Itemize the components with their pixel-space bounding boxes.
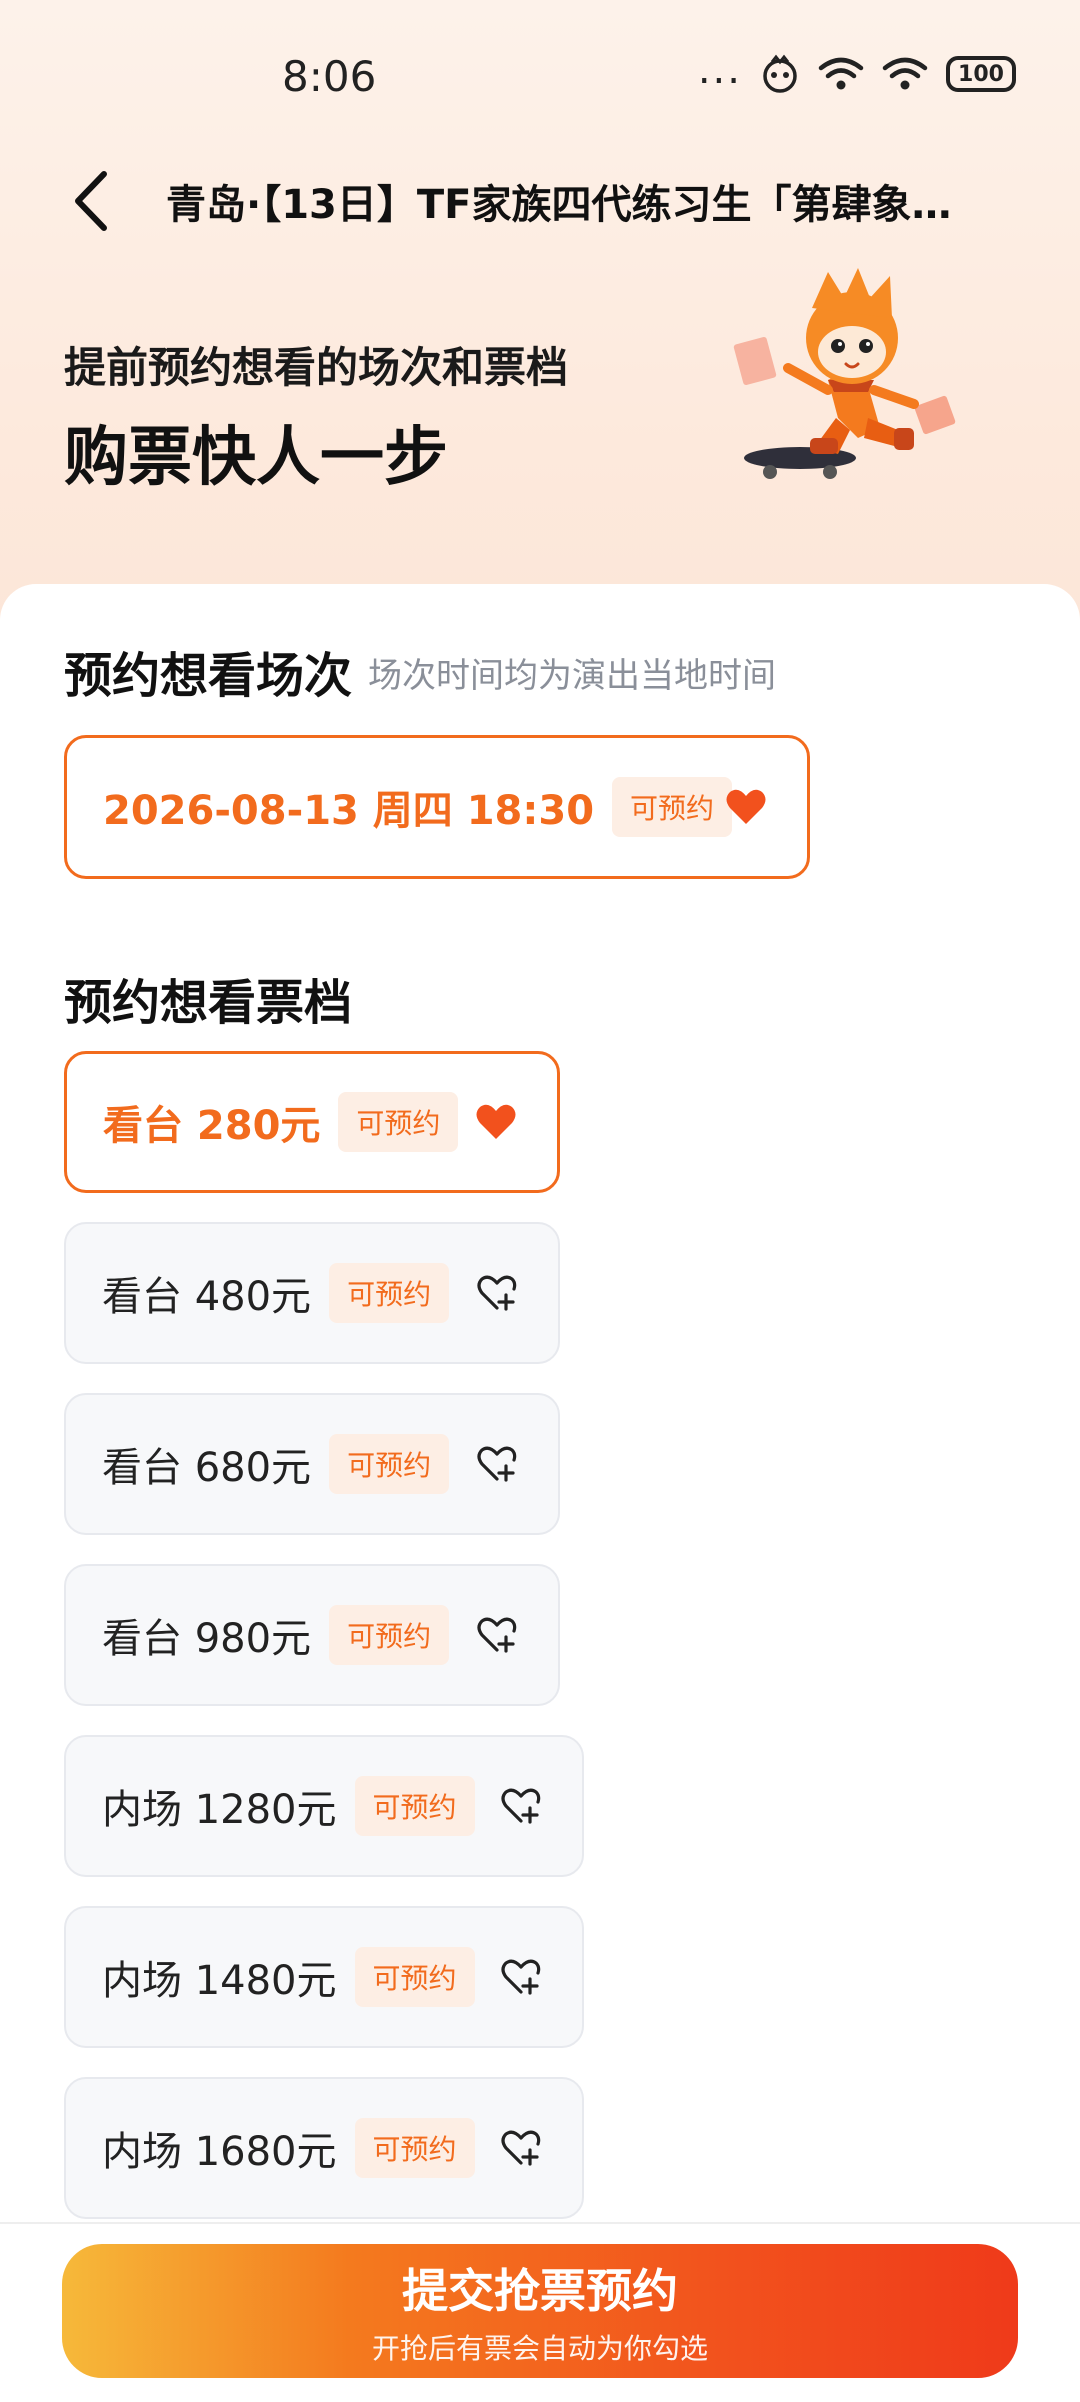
ticket-section-title: 预约想看票档: [64, 975, 353, 1031]
heart-add-icon[interactable]: [500, 1786, 542, 1826]
ticket-tier-label: 看台 280元: [103, 1103, 321, 1149]
status-icons: ... 100: [697, 47, 1016, 94]
availability-badge: 可预约: [338, 1092, 459, 1152]
heart-filled-icon[interactable]: [475, 1102, 517, 1142]
page-title: 青岛·【13日】TF家族四代练习生「第肆象…: [166, 182, 952, 228]
wifi-icon: [818, 57, 864, 90]
status-time: 8:06: [282, 52, 377, 101]
heart-filled-icon[interactable]: [725, 787, 767, 827]
availability-badge: 可预约: [354, 1947, 475, 2007]
mascot-illustration: [733, 268, 956, 479]
hero-headline: 购票快人一步: [64, 421, 448, 495]
heart-add-icon[interactable]: [500, 1957, 542, 1997]
availability-badge: 可预约: [354, 2118, 475, 2178]
availability-badge: 可预约: [329, 1605, 450, 1665]
ticket-tier-label: 看台 680元: [102, 1445, 312, 1491]
heart-add-icon[interactable]: [476, 1444, 518, 1484]
app-notification-icon: [763, 54, 797, 93]
heart-add-icon[interactable]: [476, 1273, 518, 1313]
ticket-tier-option[interactable]: 内场 1680元 可预约: [64, 2077, 584, 2219]
ticket-tier-option[interactable]: 内场 1280元 可预约: [64, 1735, 584, 1877]
availability-badge: 可预约: [612, 777, 733, 837]
session-option-label: 2026-08-13 周四 18:30: [103, 788, 595, 834]
battery-icon: 100: [946, 56, 1016, 92]
availability-badge: 可预约: [354, 1776, 475, 1836]
ticket-tier-option[interactable]: 看台 480元 可预约: [64, 1222, 560, 1364]
ticket-tier-label: 看台 980元: [102, 1616, 312, 1662]
availability-badge: 可预约: [329, 1434, 450, 1494]
ticket-tier-option[interactable]: 看台 680元 可预约: [64, 1393, 560, 1535]
hero-subtitle: 提前预约想看的场次和票档: [64, 343, 569, 392]
submit-button-sublabel: 开抢后有票会自动为你勾选: [371, 2332, 708, 2365]
session-section-note: 场次时间均为演出当地时间: [368, 656, 776, 696]
ticket-tier-option[interactable]: 看台 980元 可预约: [64, 1564, 560, 1706]
more-notifications-icon: ...: [697, 47, 742, 93]
availability-badge: 可预约: [329, 1263, 450, 1323]
submit-reservation-button[interactable]: 提交抢票预约 开抢后有票会自动为你勾选: [62, 2244, 1018, 2378]
submit-button-label: 提交抢票预约: [402, 2264, 678, 2318]
session-option[interactable]: 2026-08-13 周四 18:30 可预约: [64, 735, 810, 879]
ticket-tier-label: 内场 1680元: [102, 2129, 337, 2175]
ticket-tier-label: 内场 1480元: [102, 1958, 337, 2004]
session-section-title: 预约想看场次: [64, 648, 353, 704]
back-arrow-icon[interactable]: [64, 166, 124, 236]
heart-add-icon[interactable]: [476, 1615, 518, 1655]
ticket-tier-label: 看台 480元: [102, 1274, 312, 1320]
ticket-tier-option[interactable]: 看台 280元 可预约: [64, 1051, 560, 1193]
ticket-tier-option[interactable]: 内场 1480元 可预约: [64, 1906, 584, 2048]
heart-add-icon[interactable]: [500, 2128, 542, 2168]
wifi-icon-2: [882, 57, 928, 90]
ticket-tier-label: 内场 1280元: [102, 1787, 337, 1833]
